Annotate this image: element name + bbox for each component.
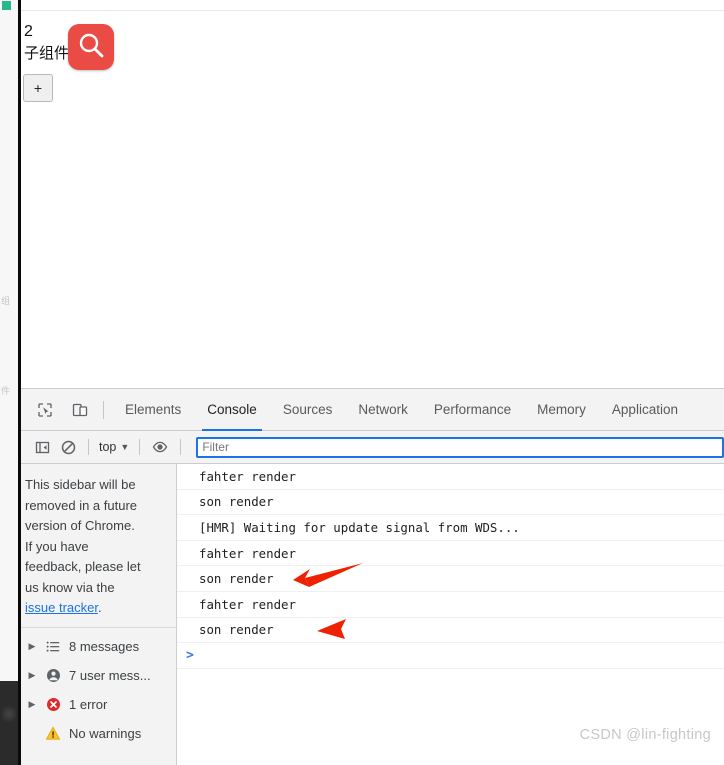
tab-sources[interactable]: Sources xyxy=(270,389,346,431)
increment-button[interactable]: + xyxy=(23,74,53,102)
device-toolbar-icon[interactable] xyxy=(65,396,95,424)
notice-line-1: This sidebar will be xyxy=(25,477,136,492)
console-log-row[interactable]: son render xyxy=(177,566,724,592)
error-icon xyxy=(44,696,62,714)
eye-icon[interactable] xyxy=(147,435,173,459)
sidebar-item-messages[interactable]: ▶ 8 messages xyxy=(21,632,177,661)
console-sidebar: This sidebar will be removed in a future… xyxy=(21,464,177,765)
sidebar-item-user-messages[interactable]: ▶ 7 user mess... xyxy=(21,661,177,690)
background-strip-mark-2: 件 xyxy=(1,386,11,396)
sidebar-deprecation-notice: This sidebar will be removed in a future… xyxy=(21,475,169,619)
background-dark-region xyxy=(0,681,18,765)
console-toolbar-divider-2 xyxy=(139,439,141,455)
console-toolbar: top ▼ xyxy=(21,431,724,464)
notice-period: . xyxy=(97,600,102,615)
console-sidebar-toggle-icon[interactable] xyxy=(29,435,55,459)
console-log-row[interactable]: son render xyxy=(177,618,724,644)
search-icon xyxy=(68,24,114,70)
devtools-tabbar: Elements Console Sources Network Perform… xyxy=(21,389,724,431)
list-icon xyxy=(44,638,62,656)
sidebar-item-label: 7 user mess... xyxy=(69,668,151,683)
sidebar-item-warnings[interactable]: No warnings xyxy=(21,719,177,748)
sidebar-item-label: 8 messages xyxy=(69,639,140,654)
sidebar-divider xyxy=(21,627,177,628)
console-log-row[interactable]: fahter render xyxy=(177,541,724,567)
tab-network[interactable]: Network xyxy=(345,389,421,431)
issue-tracker-link[interactable]: issue tracker xyxy=(25,600,98,615)
console-log-row[interactable]: fahter render xyxy=(177,592,724,618)
notice-line-5: feedback, please let xyxy=(25,559,141,574)
prompt-caret-icon: > xyxy=(186,648,194,664)
screenshot-root: 组 件 2 子组件 + Elements Console Sources Net… xyxy=(0,0,724,765)
background-strip-mark-1: 组 xyxy=(1,296,11,306)
console-log-row[interactable]: son render xyxy=(177,490,724,516)
expand-arrow-icon[interactable]: ▶ xyxy=(27,641,37,652)
expand-arrow-icon[interactable]: ▶ xyxy=(27,670,37,681)
console-toolbar-divider-1 xyxy=(88,439,89,455)
warning-icon xyxy=(44,725,62,743)
viewport-top-divider xyxy=(21,10,724,11)
sidebar-item-label: 1 error xyxy=(69,697,108,712)
console-filter-input[interactable] xyxy=(196,436,724,458)
sidebar-item-errors[interactable]: ▶ 1 error xyxy=(21,690,177,719)
console-toolbar-divider-3 xyxy=(180,439,182,455)
console-body: This sidebar will be removed in a future… xyxy=(21,464,724,765)
devtools-panel: Elements Console Sources Network Perform… xyxy=(21,388,724,765)
notice-line-4: If you have xyxy=(25,538,89,554)
tab-elements[interactable]: Elements xyxy=(112,389,194,431)
execution-context-label: top xyxy=(99,440,117,454)
tab-performance[interactable]: Performance xyxy=(421,389,524,431)
sidebar-filter-list: ▶ 8 messages ▶ 7 user mess... ▶ 1 error … xyxy=(21,632,177,748)
console-prompt[interactable]: > xyxy=(177,643,724,670)
background-window-strip xyxy=(0,0,18,765)
notice-line-2: removed in a future xyxy=(25,497,138,513)
console-log-list[interactable]: fahter render son render [HMR] Waiting f… xyxy=(177,464,724,765)
chevron-down-icon: ▼ xyxy=(120,442,130,452)
page-viewport: 2 子组件 + xyxy=(21,0,724,388)
counter-value: 2 xyxy=(24,23,33,40)
sidebar-item-label: No warnings xyxy=(69,726,142,741)
clear-console-icon[interactable] xyxy=(55,435,81,459)
tabbar-divider xyxy=(103,400,104,419)
tab-application[interactable]: Application xyxy=(599,389,691,431)
notice-line-6: us know via the xyxy=(25,579,115,595)
execution-context-selector[interactable]: top ▼ xyxy=(96,438,132,456)
tab-console[interactable]: Console xyxy=(194,389,270,431)
watermark: CSDN @lin-fighting xyxy=(579,727,711,743)
console-log-row[interactable]: fahter render xyxy=(177,464,724,490)
inspect-element-icon[interactable] xyxy=(30,396,60,424)
user-icon xyxy=(44,667,62,685)
expand-arrow-icon[interactable]: ▶ xyxy=(27,699,37,710)
child-component-label: 子组件 xyxy=(24,45,70,62)
notice-line-3: version of Chrome. xyxy=(25,518,135,533)
tab-memory[interactable]: Memory xyxy=(524,389,599,431)
background-green-marker xyxy=(2,1,11,10)
console-log-row[interactable]: [HMR] Waiting for update signal from WDS… xyxy=(177,515,724,541)
